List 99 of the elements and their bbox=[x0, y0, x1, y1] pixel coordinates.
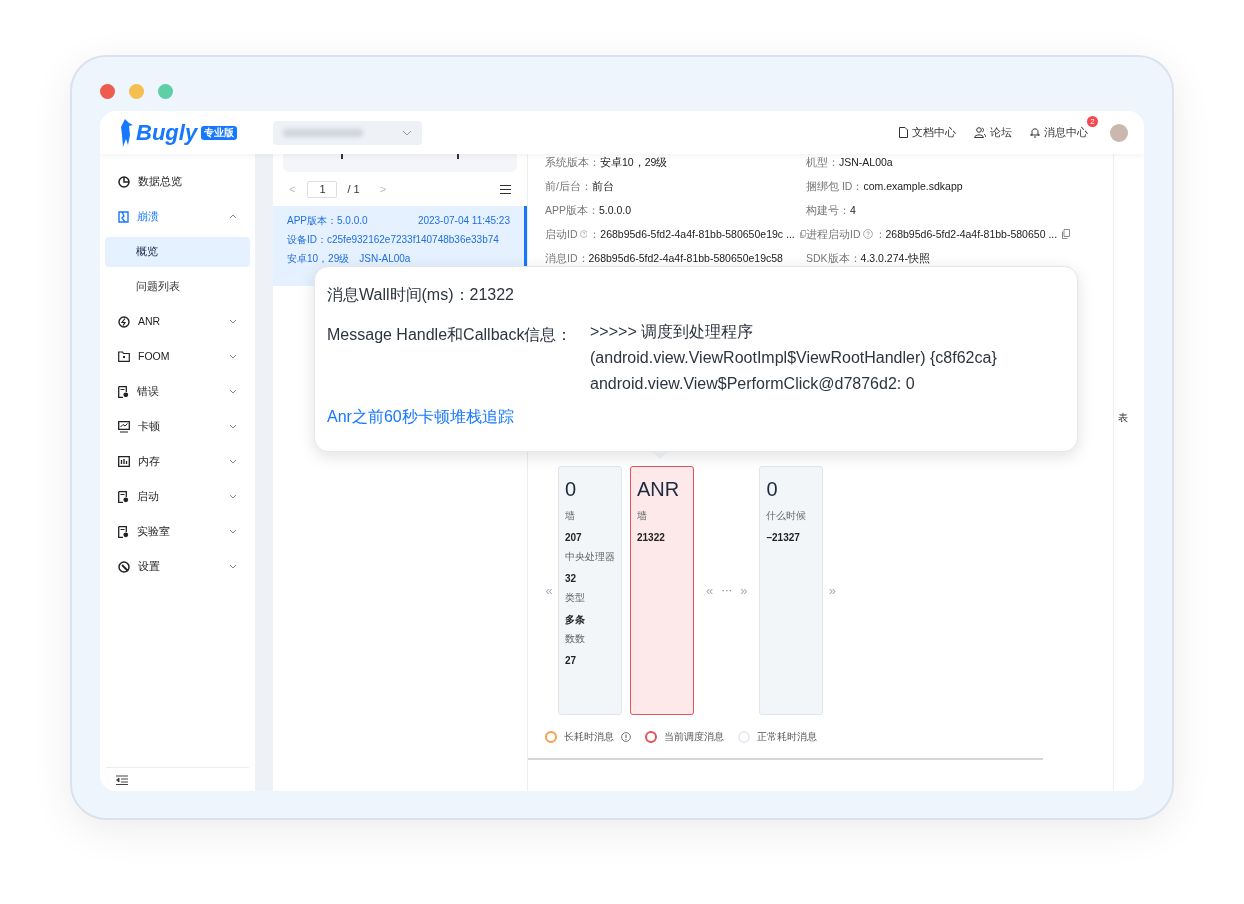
copy-icon[interactable] bbox=[1062, 229, 1071, 239]
page-total: / 1 bbox=[347, 181, 360, 197]
sidebar-subitem[interactable]: 概览 bbox=[105, 236, 250, 267]
broken-file-icon bbox=[118, 210, 129, 223]
legend-label: 当前调度消息 bbox=[664, 730, 724, 744]
sidebar-item[interactable]: 崩溃 bbox=[100, 199, 255, 234]
monitor-icon bbox=[118, 420, 130, 433]
document-icon bbox=[899, 127, 908, 138]
field-label: 机型： bbox=[806, 155, 839, 170]
sidebar-item[interactable]: 启动 bbox=[100, 479, 255, 514]
stack-trace-link[interactable]: Anr之前60秒卡顿堆栈追踪 bbox=[327, 405, 514, 429]
folder-icon bbox=[118, 351, 130, 362]
app-selector[interactable] bbox=[273, 120, 422, 145]
card-field-value: 207 bbox=[565, 531, 583, 544]
handle-label: Message Handle和Callback信息： bbox=[327, 325, 574, 345]
colon-text: ： bbox=[589, 227, 601, 242]
lightning-circle-icon bbox=[118, 315, 130, 328]
field-label: APP版本： bbox=[545, 203, 599, 218]
card-field-value: 27 bbox=[565, 654, 578, 667]
field-label: 消息ID： bbox=[545, 251, 589, 266]
header-link[interactable]: 论坛 bbox=[974, 124, 1012, 141]
header-link[interactable]: 消息中心 bbox=[1030, 124, 1088, 141]
field-label: 构建号： bbox=[806, 203, 850, 218]
field-value: com.example.sdkapp bbox=[863, 179, 963, 194]
card-field-value: 多条 bbox=[565, 613, 586, 626]
message-card[interactable]: 0 什么时候 –21327 bbox=[759, 466, 824, 715]
field-value: 前台 bbox=[591, 179, 614, 194]
sidebar-item[interactable]: ANR bbox=[100, 304, 255, 339]
field-label: 前/后台： bbox=[545, 179, 592, 194]
file-icon bbox=[118, 385, 129, 398]
tab-label[interactable]: 表 bbox=[1118, 410, 1128, 425]
field-label: 进程启动ID bbox=[806, 227, 861, 242]
card-field-value: 21322 bbox=[637, 531, 666, 544]
card-field-label: 类型 bbox=[565, 591, 586, 604]
logo-text: Bugly bbox=[136, 119, 198, 147]
field-value: 268b95d6-5fd2-4a4f-81bb-580650e19c58 bbox=[588, 251, 783, 266]
sidebar-item[interactable]: 卡顿 bbox=[100, 409, 255, 444]
sidebar-item[interactable]: 错误 bbox=[100, 374, 255, 409]
bird-logo-icon bbox=[120, 116, 134, 149]
handle-info-line: android.view.View$PerformClick@d7876d2: 0 bbox=[590, 374, 916, 394]
sidebar-item[interactable]: FOOM bbox=[100, 339, 255, 374]
help-icon[interactable] bbox=[862, 229, 873, 239]
device-id-text: 设备ID：c25fe932162e7233f140748b36e33b74 bbox=[287, 233, 500, 247]
wall-time-label: 消息Wall时间(ms)： bbox=[327, 285, 470, 305]
field-label: 启动ID bbox=[545, 227, 578, 242]
field-value: 5.0.0.0 bbox=[599, 203, 632, 218]
card-field-label: 中央处理器 bbox=[565, 550, 615, 563]
chevron-down-icon bbox=[402, 129, 412, 136]
sidebar-item[interactable]: 设置 bbox=[100, 549, 255, 584]
card-field-label: 墙 bbox=[565, 509, 576, 522]
avatar[interactable] bbox=[1110, 123, 1128, 142]
current-message-card[interactable]: ANR 墙 21322 bbox=[630, 466, 694, 715]
handle-info-line: (android.view.ViewRootImpl$ViewRootHandler) {c8f62ca} bbox=[590, 348, 997, 368]
field-label: SDK版本： bbox=[806, 251, 861, 266]
menu-icon[interactable] bbox=[500, 184, 511, 194]
edition-badge: 专业版 bbox=[201, 125, 238, 140]
field-value: 4 bbox=[850, 203, 856, 218]
notification-badge: 2 bbox=[1087, 115, 1098, 127]
card-field-label: 什么时候 bbox=[766, 509, 808, 522]
card-title: ANR bbox=[637, 477, 681, 502]
wall-time-value: 21322 bbox=[469, 285, 514, 305]
info-icon[interactable] bbox=[621, 731, 631, 742]
card-field-label: 墙 bbox=[637, 509, 648, 522]
copy-icon[interactable] bbox=[799, 229, 806, 239]
timestamp-text: 2023-07-04 11:45:23 bbox=[417, 214, 510, 228]
card-field-value: –21327 bbox=[766, 531, 801, 544]
page-input[interactable]: 1 bbox=[307, 180, 338, 198]
system-text: 安卓10，29级 JSN-AL00a bbox=[287, 252, 412, 266]
file-icon bbox=[118, 490, 129, 503]
field-value: 4.3.0.274-快照 bbox=[860, 251, 930, 266]
field-value: JSN-AL00a bbox=[839, 155, 893, 170]
sidebar-subitem[interactable]: 问题列表 bbox=[105, 271, 250, 302]
more-ellipsis[interactable]: ··· bbox=[721, 582, 733, 599]
card-field-value: 32 bbox=[565, 572, 578, 585]
field-value: 安卓10，29级 bbox=[600, 155, 668, 170]
field-value: 268b95d6-5fd2-4a4f-81bb-580650e19c ... bbox=[600, 227, 795, 242]
app-version-text: APP版本：5.0.0.0 bbox=[287, 214, 368, 228]
pie-chart-icon bbox=[118, 175, 130, 188]
legend-label: 长耗时消息 bbox=[564, 730, 614, 744]
sidebar-item[interactable]: 实验室 bbox=[100, 514, 255, 549]
card-title: 0 bbox=[766, 477, 779, 502]
file-icon bbox=[118, 525, 129, 538]
message-card[interactable]: 0 墙 207 中央处理器 32 类型 多条 数数 27 bbox=[558, 466, 622, 715]
bell-icon bbox=[1030, 127, 1040, 138]
card-field-label: 数数 bbox=[565, 632, 586, 645]
collapse-menu-icon[interactable] bbox=[116, 774, 128, 785]
field-label: 捆绑包 ID： bbox=[806, 179, 864, 194]
sidebar-item[interactable]: 数据总览 bbox=[100, 164, 255, 199]
sidebar-item[interactable]: 内存 bbox=[100, 444, 255, 479]
handle-info-line: >>>>> 调度到处理程序 bbox=[590, 322, 755, 342]
legend-label: 正常耗时消息 bbox=[757, 730, 817, 744]
users-icon bbox=[974, 127, 986, 138]
bar-grid-icon bbox=[118, 456, 130, 467]
header-link[interactable]: 文档中心 bbox=[899, 124, 956, 141]
field-value: 268b95d6-5fd2-4a4f-81bb-580650 ... bbox=[885, 227, 1058, 242]
card-title: 0 bbox=[565, 477, 578, 502]
field-label: 系统版本： bbox=[545, 155, 600, 170]
help-icon[interactable] bbox=[579, 229, 588, 239]
colon-text: ： bbox=[874, 227, 886, 242]
